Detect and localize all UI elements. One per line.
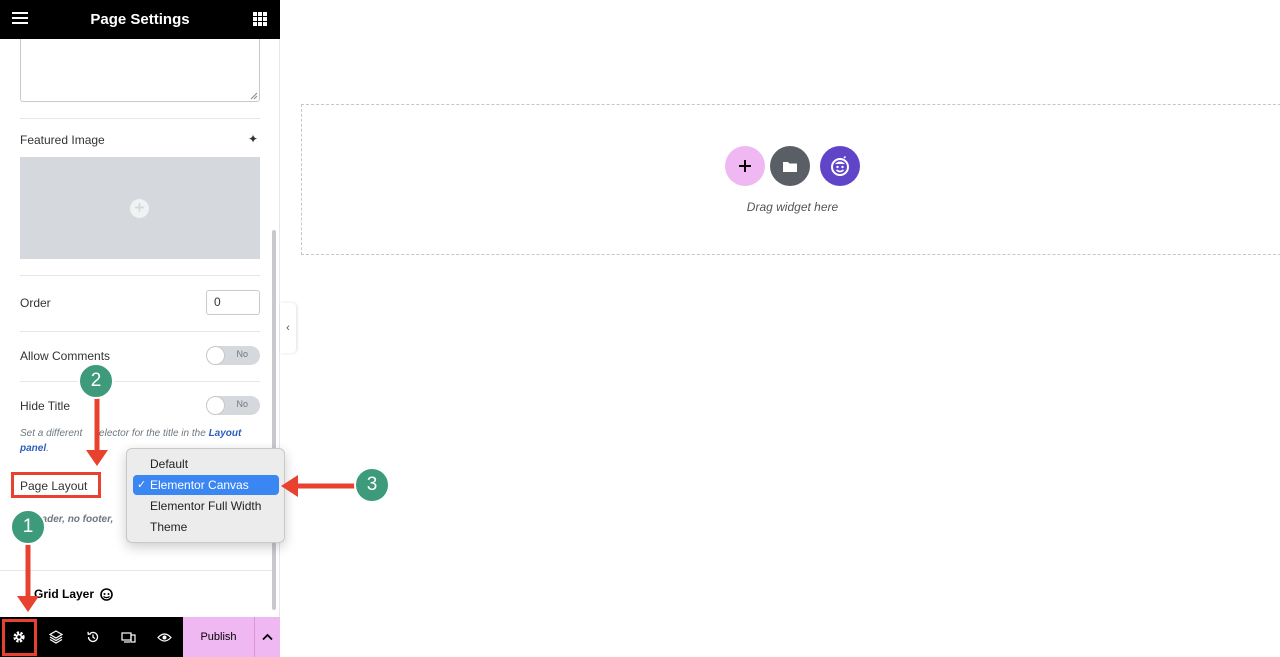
step-badge-3: 3 (354, 467, 390, 503)
step-badge-2: 2 (78, 363, 114, 399)
step-badge-1: 1 (10, 509, 46, 545)
annotation-arrows (17, 397, 356, 612)
